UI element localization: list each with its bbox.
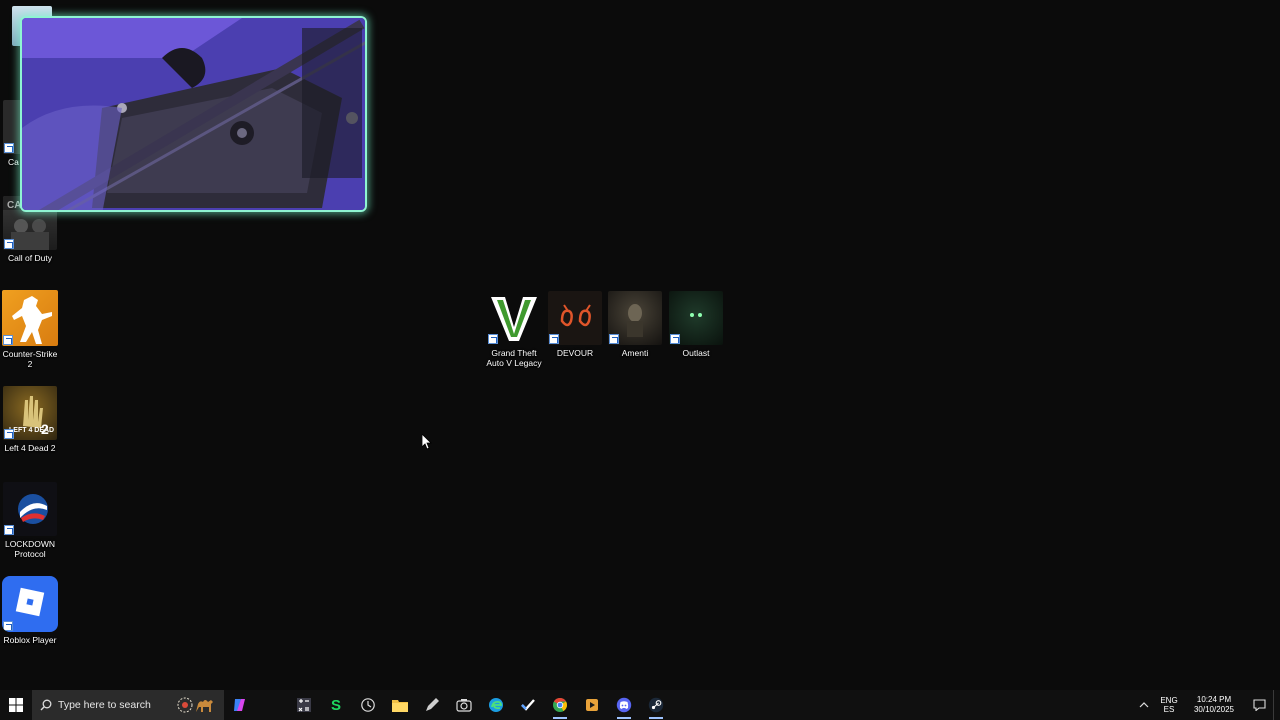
steam-icon bbox=[648, 697, 664, 713]
taskbar-discord[interactable] bbox=[608, 690, 640, 720]
lockdown-icon bbox=[3, 482, 57, 536]
taskbar: Type here to search S ENG ES 10:24 PM 30… bbox=[0, 690, 1280, 720]
taskbar-todo[interactable] bbox=[512, 690, 544, 720]
mouse-cursor-icon bbox=[422, 434, 432, 450]
camera-icon bbox=[456, 699, 472, 712]
pen-icon bbox=[426, 698, 439, 711]
taskbar-clock-app[interactable] bbox=[352, 690, 384, 720]
shortcut-arrow-icon bbox=[4, 429, 14, 439]
desktop-icon-amenti[interactable]: Amenti bbox=[605, 291, 665, 358]
desktop-icon-label: Grand Theft Auto V Legacy bbox=[486, 348, 542, 368]
shortcut-arrow-icon bbox=[3, 621, 13, 631]
webcam-overlay bbox=[20, 16, 367, 212]
taskbar-chrome[interactable] bbox=[544, 690, 576, 720]
taskbar-media-player[interactable] bbox=[576, 690, 608, 720]
desktop-icon-label: Call of Duty bbox=[8, 253, 52, 263]
taskbar-copilot[interactable] bbox=[224, 690, 256, 720]
todo-check-icon bbox=[521, 699, 535, 711]
svg-text:2: 2 bbox=[41, 421, 49, 437]
amenti-icon bbox=[608, 291, 662, 345]
shortcut-arrow-icon bbox=[4, 239, 14, 249]
taskbar-clock[interactable]: 10:24 PM 30/10/2025 bbox=[1183, 695, 1245, 715]
chevron-up-icon bbox=[1139, 702, 1149, 708]
taskbar-calculator[interactable] bbox=[288, 690, 320, 720]
spotify-s-icon: S bbox=[330, 696, 341, 714]
copilot-icon bbox=[234, 699, 245, 711]
outlast-icon bbox=[669, 291, 723, 345]
lang-top: ENG bbox=[1160, 696, 1178, 705]
desktop-icon-label: DEVOUR bbox=[556, 348, 594, 358]
desktop-icon-roblox-player[interactable]: Roblox Player bbox=[0, 576, 60, 645]
taskbar-steam[interactable] bbox=[640, 690, 672, 720]
desktop-icon-label: Counter-Strike 2 bbox=[2, 349, 58, 369]
desktop-icon-label: Roblox Player bbox=[3, 635, 57, 645]
desktop-icon-label: Left 4 Dead 2 bbox=[4, 443, 56, 453]
taskbar-blank[interactable] bbox=[256, 690, 288, 720]
desktop-icon-label: LOCKDOWN Protocol bbox=[4, 539, 56, 559]
clock-date: 30/10/2025 bbox=[1193, 705, 1235, 714]
shortcut-arrow-icon bbox=[4, 143, 14, 153]
desktop[interactable]: Ca Un CAL Call of Duty Counter-Strike 2 bbox=[0, 0, 1280, 690]
desktop-icon-left-4-dead-2[interactable]: LEFT 4 DEAD 2 Left 4 Dead 2 bbox=[0, 386, 60, 453]
clock-time: 10:24 PM bbox=[1196, 695, 1232, 704]
shortcut-arrow-icon bbox=[670, 334, 680, 344]
show-desktop-button[interactable] bbox=[1273, 690, 1280, 720]
discord-icon bbox=[616, 697, 632, 713]
desktop-icon-outlast[interactable]: Outlast bbox=[666, 291, 726, 358]
shortcut-arrow-icon bbox=[549, 334, 559, 344]
counter-strike-icon bbox=[2, 290, 58, 346]
show-hidden-icons-button[interactable] bbox=[1133, 690, 1155, 720]
taskbar-camera[interactable] bbox=[448, 690, 480, 720]
shortcut-arrow-icon bbox=[3, 335, 13, 345]
desktop-icon-devour[interactable]: DEVOUR bbox=[545, 291, 605, 358]
input-language-indicator[interactable]: ENG ES bbox=[1155, 696, 1183, 714]
desktop-icon-label: Amenti bbox=[621, 348, 649, 358]
desktop-icon-label: Outlast bbox=[682, 348, 710, 358]
gta-v-icon bbox=[487, 291, 541, 345]
system-tray: ENG ES 10:24 PM 30/10/2025 bbox=[1133, 690, 1280, 720]
roblox-icon bbox=[2, 576, 58, 632]
search-highlight-camel-icon bbox=[177, 697, 213, 713]
desktop-icon-counter-strike-2[interactable]: Counter-Strike 2 bbox=[0, 290, 60, 369]
media-player-icon bbox=[586, 699, 598, 711]
start-button[interactable] bbox=[0, 690, 32, 720]
edge-icon bbox=[489, 698, 503, 712]
search-placeholder: Type here to search bbox=[58, 699, 151, 711]
search-icon bbox=[40, 699, 52, 711]
lang-bottom: ES bbox=[1163, 705, 1175, 714]
taskbar-spotify-s[interactable]: S bbox=[320, 690, 352, 720]
taskbar-file-explorer[interactable] bbox=[384, 690, 416, 720]
left4dead-icon: LEFT 4 DEAD 2 bbox=[3, 386, 57, 440]
taskbar-search-box[interactable]: Type here to search bbox=[32, 690, 224, 720]
taskbar-edge[interactable] bbox=[480, 690, 512, 720]
chrome-icon bbox=[553, 697, 567, 712]
clock-app-icon bbox=[361, 698, 375, 712]
desktop-icon-gta-v-legacy[interactable]: Grand Theft Auto V Legacy bbox=[484, 291, 544, 368]
taskbar-pen-app[interactable] bbox=[416, 690, 448, 720]
desktop-icon-lockdown-protocol[interactable]: LOCKDOWN Protocol bbox=[0, 482, 60, 559]
windows-logo-icon bbox=[9, 698, 23, 712]
devour-icon bbox=[548, 291, 602, 345]
notification-icon bbox=[1252, 699, 1266, 711]
shortcut-arrow-icon bbox=[488, 334, 498, 344]
calculator-icon bbox=[297, 698, 311, 712]
webcam-feed bbox=[22, 18, 365, 210]
action-center-button[interactable] bbox=[1245, 690, 1273, 720]
shortcut-arrow-icon bbox=[4, 525, 14, 535]
shortcut-arrow-icon bbox=[609, 334, 619, 344]
file-explorer-icon bbox=[392, 700, 408, 712]
